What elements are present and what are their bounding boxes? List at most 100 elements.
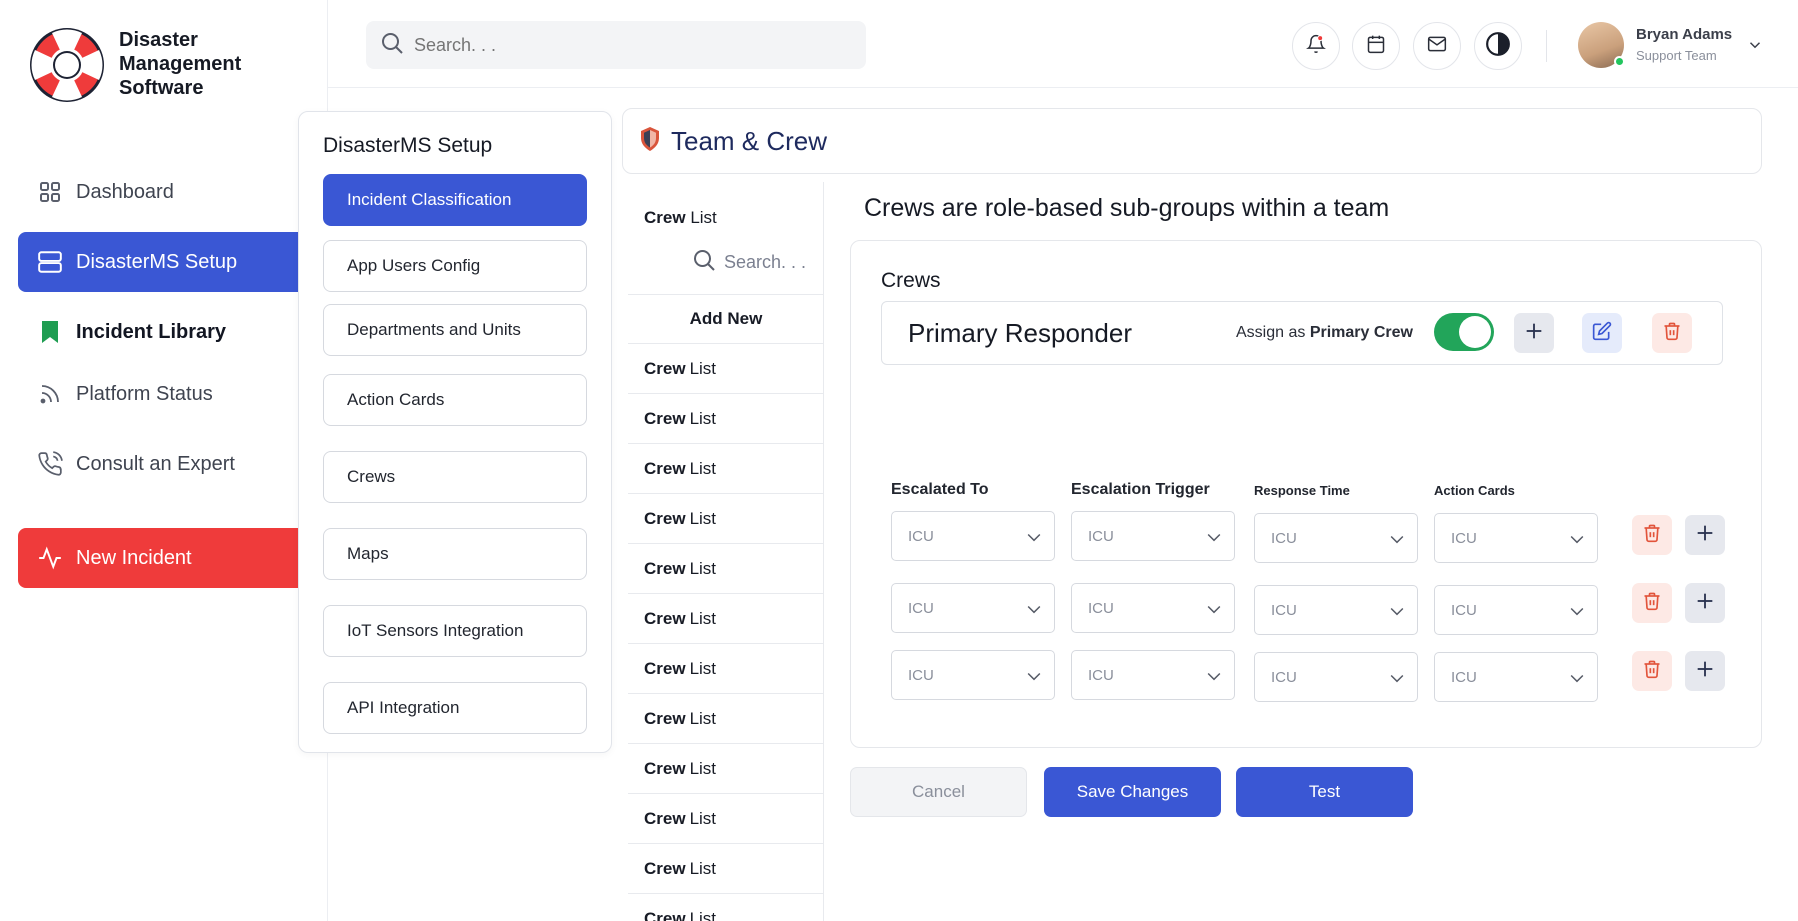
messages-button[interactable]	[1413, 22, 1461, 70]
setup-item-incident-classification[interactable]: Incident Classification	[323, 174, 587, 226]
list-item-rest: List	[689, 408, 717, 428]
action-cards-select[interactable]: ICU	[1434, 585, 1598, 635]
crew-list-header: Crew List	[644, 208, 717, 228]
list-item-rest: List	[689, 908, 717, 921]
select-value: ICU	[1451, 601, 1477, 619]
list-item[interactable]: Crew List	[628, 594, 823, 644]
sidebar-item-incident-library[interactable]: Incident Library	[18, 302, 298, 362]
trash-icon	[1662, 321, 1682, 346]
setup-item-iot-sensors[interactable]: IoT Sensors Integration	[323, 605, 587, 657]
list-item[interactable]: Crew List	[628, 744, 823, 794]
col-escalation-trigger: Escalation Trigger	[1071, 481, 1210, 498]
list-item-bold: Crew	[644, 358, 686, 378]
assign-primary-label: Assign as Primary Crew	[1236, 324, 1413, 342]
list-item[interactable]: Crew List	[628, 794, 823, 844]
list-item-bold: Crew	[644, 858, 686, 878]
search-icon	[692, 248, 716, 277]
select-value: ICU	[1451, 529, 1477, 547]
list-item-rest: List	[689, 508, 717, 528]
response-time-select[interactable]: ICU	[1254, 652, 1418, 702]
add-crew-button[interactable]	[1514, 313, 1554, 353]
setup-item-crews[interactable]: Crews	[323, 451, 587, 503]
phone-icon	[36, 450, 64, 478]
setup-item-action-cards[interactable]: Action Cards	[323, 374, 587, 426]
page-title: Team & Crew	[671, 125, 828, 156]
select-value: ICU	[1088, 527, 1114, 545]
cancel-button[interactable]: Cancel	[850, 767, 1027, 817]
sidebar-item-label: Consult an Expert	[76, 452, 235, 475]
select-value: ICU	[1271, 668, 1297, 686]
list-item[interactable]: Crew List	[628, 344, 823, 394]
sidebar-item-platform-status[interactable]: Platform Status	[18, 364, 298, 424]
plus-icon	[1523, 320, 1545, 347]
sidebar-item-disasterms-setup[interactable]: DisasterMS Setup	[18, 232, 298, 292]
app-title-line1: Disaster	[119, 29, 198, 51]
list-item-bold: Crew	[644, 558, 686, 578]
list-item[interactable]: Crew List	[628, 644, 823, 694]
list-item[interactable]: Crew List	[628, 444, 823, 494]
chevron-down-icon	[1204, 527, 1224, 551]
user-name: Bryan Adams	[1636, 26, 1733, 43]
assign-prefix: Assign as	[1236, 324, 1310, 341]
escalation-trigger-select[interactable]: ICU	[1071, 583, 1235, 633]
col-action-cards: Action Cards	[1434, 483, 1515, 498]
assign-bold: Primary Crew	[1309, 324, 1413, 341]
list-item[interactable]: Crew List	[628, 544, 823, 594]
escalated-to-select[interactable]: ICU	[891, 511, 1055, 561]
add-row-button[interactable]	[1685, 583, 1725, 623]
delete-row-button[interactable]	[1632, 515, 1672, 555]
edit-crew-button[interactable]	[1582, 313, 1622, 353]
app-title: Disaster Management Software	[119, 28, 241, 100]
setup-item-maps[interactable]: Maps	[323, 528, 587, 580]
delete-row-button[interactable]	[1632, 583, 1672, 623]
calendar-button[interactable]	[1352, 22, 1400, 70]
toggle-knob	[1459, 316, 1491, 348]
escalated-to-select[interactable]: ICU	[891, 650, 1055, 700]
select-value: ICU	[1451, 668, 1477, 686]
list-item[interactable]: Crew List	[628, 394, 823, 444]
search-input[interactable]	[414, 34, 814, 56]
test-button[interactable]: Test	[1236, 767, 1413, 817]
select-value: ICU	[908, 527, 934, 545]
action-cards-select[interactable]: ICU	[1434, 652, 1598, 702]
select-value: ICU	[908, 599, 934, 617]
setup-item-app-users-config[interactable]: App Users Config	[323, 240, 587, 292]
list-item[interactable]: Crew List	[628, 844, 823, 894]
crews-label: Crews	[881, 269, 941, 292]
list-item[interactable]: Crew List	[628, 694, 823, 744]
chevron-down-icon[interactable]	[1746, 36, 1764, 59]
add-row-button[interactable]	[1685, 515, 1725, 555]
add-row-button[interactable]	[1685, 651, 1725, 691]
avatar[interactable]	[1578, 22, 1625, 68]
list-item[interactable]: Crew List	[628, 894, 823, 921]
list-item[interactable]: Crew List	[628, 494, 823, 544]
primary-crew-toggle[interactable]	[1434, 313, 1494, 351]
sidebar-item-consult-expert[interactable]: Consult an Expert	[18, 434, 298, 494]
delete-row-button[interactable]	[1632, 651, 1672, 691]
chevron-down-icon	[1567, 529, 1587, 553]
escalation-trigger-select[interactable]: ICU	[1071, 650, 1235, 700]
action-cards-select[interactable]: ICU	[1434, 513, 1598, 563]
global-search[interactable]	[366, 21, 866, 69]
user-role: Support Team	[1636, 48, 1717, 63]
escalation-trigger-select[interactable]: ICU	[1071, 511, 1235, 561]
response-time-select[interactable]: ICU	[1254, 513, 1418, 563]
sidebar-item-dashboard[interactable]: Dashboard	[18, 162, 298, 222]
notifications-button[interactable]	[1292, 22, 1340, 70]
response-time-select[interactable]: ICU	[1254, 585, 1418, 635]
setup-item-departments-units[interactable]: Departments and Units	[323, 304, 587, 356]
setup-item-api-integration[interactable]: API Integration	[323, 682, 587, 734]
list-item-rest: List	[689, 458, 717, 478]
new-incident-button[interactable]: New Incident	[18, 528, 298, 588]
delete-crew-button[interactable]	[1652, 313, 1692, 353]
escalated-to-select[interactable]: ICU	[891, 583, 1055, 633]
save-changes-button[interactable]: Save Changes	[1044, 767, 1221, 817]
theme-toggle-button[interactable]	[1474, 22, 1522, 70]
crew-list-search[interactable]: Search. . .	[692, 248, 806, 277]
contrast-icon	[1485, 31, 1511, 62]
chevron-down-icon	[1387, 601, 1407, 625]
page-header-card: Team & Crew	[622, 108, 1762, 174]
add-new-crew-button[interactable]: Add New	[628, 294, 823, 344]
chevron-down-icon	[1024, 666, 1044, 690]
sidebar-item-label: Dashboard	[76, 180, 174, 203]
